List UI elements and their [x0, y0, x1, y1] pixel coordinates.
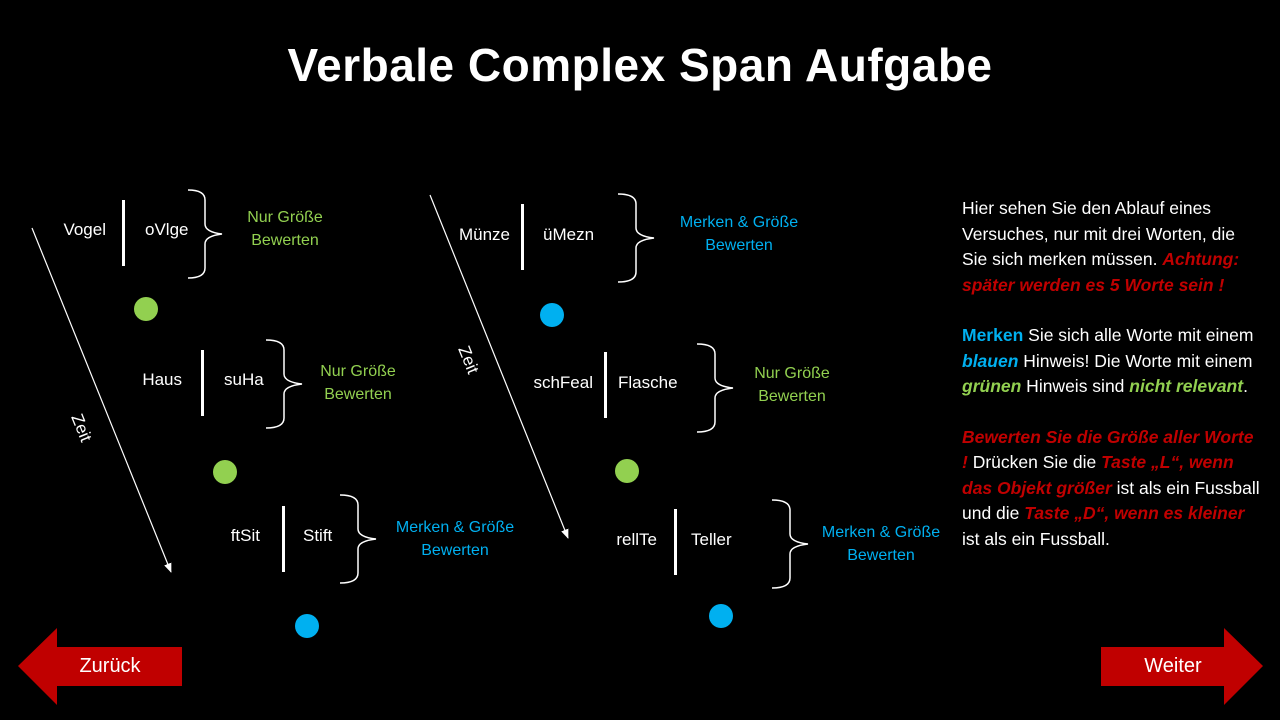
instructions-paragraph-3: Bewerten Sie die Größe aller Worte ! Drü…: [962, 426, 1260, 549]
time-arrow: [31, 227, 172, 573]
brace: [187, 189, 223, 279]
next-button-label: Weiter: [1144, 655, 1202, 677]
instructions-paragraph-1: Hier sehen Sie den Ablauf eines Versuche…: [962, 198, 1240, 295]
brace: [265, 339, 303, 429]
brace: [771, 499, 809, 589]
back-button[interactable]: Zurück: [18, 628, 182, 705]
brace: [617, 193, 655, 283]
brace: [696, 343, 734, 433]
back-button-label: Zurück: [79, 655, 141, 677]
instructions-paragraph-2: Merken Sie sich alle Worte mit einem bla…: [962, 325, 1254, 396]
brace: [339, 494, 377, 584]
time-arrow: [429, 194, 569, 539]
instructions-text: Hier sehen Sie den Ablauf eines Versuche…: [962, 196, 1262, 577]
next-button[interactable]: Weiter: [1101, 628, 1263, 705]
